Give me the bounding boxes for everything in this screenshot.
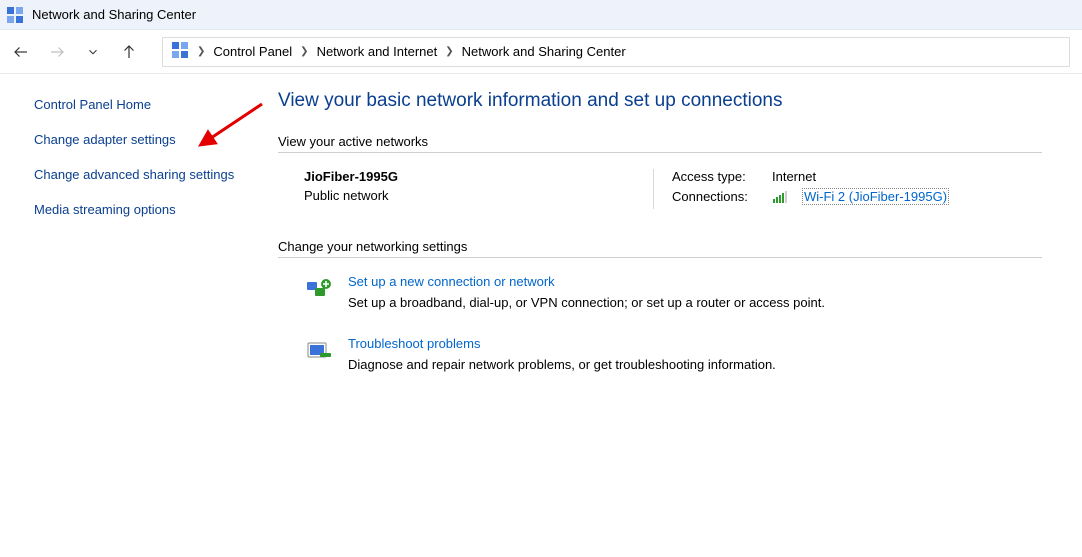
- sidebar-item-change-adapter-settings[interactable]: Change adapter settings: [34, 131, 240, 150]
- address-bar[interactable]: ❯ Control Panel ❯ Network and Internet ❯…: [162, 37, 1070, 67]
- nav-row: ❯ Control Panel ❯ Network and Internet ❯…: [0, 30, 1082, 74]
- setup-connection-link[interactable]: Set up a new connection or network: [348, 274, 555, 289]
- forward-button[interactable]: [48, 43, 66, 61]
- setup-connection-desc: Set up a broadband, dial-up, or VPN conn…: [348, 295, 825, 310]
- content: View your basic network information and …: [260, 74, 1082, 398]
- connections-label: Connections:: [672, 189, 762, 204]
- network-type: Public network: [304, 188, 643, 203]
- chevron-right-icon[interactable]: ❯: [443, 46, 455, 57]
- connection-link[interactable]: Wi-Fi 2 (JioFiber-1995G): [802, 188, 949, 205]
- chevron-right-icon[interactable]: ❯: [195, 46, 207, 57]
- troubleshoot-desc: Diagnose and repair network problems, or…: [348, 357, 776, 372]
- up-button[interactable]: [120, 43, 138, 61]
- address-icon: [171, 41, 189, 62]
- option-setup-connection: Set up a new connection or network Set u…: [304, 274, 1042, 310]
- chevron-right-icon[interactable]: ❯: [298, 46, 310, 57]
- page-title: View your basic network information and …: [278, 90, 1042, 112]
- network-identity: JioFiber-1995G Public network: [304, 169, 654, 209]
- active-network-row: JioFiber-1995G Public network Access typ…: [304, 169, 1042, 209]
- crumb-network-sharing-center[interactable]: Network and Sharing Center: [462, 44, 626, 59]
- network-name: JioFiber-1995G: [304, 169, 643, 184]
- network-details: Access type: Internet Connections:: [654, 169, 949, 209]
- access-type-label: Access type:: [672, 169, 762, 184]
- crumb-network-and-internet[interactable]: Network and Internet: [317, 44, 438, 59]
- recent-locations-button[interactable]: [84, 43, 102, 61]
- option-troubleshoot: Troubleshoot problems Diagnose and repai…: [304, 336, 1042, 372]
- sidebar-item-change-advanced-sharing[interactable]: Change advanced sharing settings: [34, 166, 240, 185]
- troubleshoot-link[interactable]: Troubleshoot problems: [348, 336, 480, 351]
- main-area: Control Panel Home Change adapter settin…: [0, 74, 1082, 398]
- setup-connection-icon: [304, 274, 334, 304]
- wifi-signal-icon: [772, 190, 788, 204]
- sidebar: Control Panel Home Change adapter settin…: [0, 74, 260, 398]
- app-icon: [6, 6, 24, 24]
- nav-controls: [12, 43, 138, 61]
- title-bar-text: Network and Sharing Center: [32, 7, 196, 22]
- active-networks-label: View your active networks: [278, 134, 1042, 149]
- access-type-value: Internet: [772, 169, 816, 184]
- back-button[interactable]: [12, 43, 30, 61]
- sidebar-item-control-panel-home[interactable]: Control Panel Home: [34, 96, 240, 115]
- title-bar: Network and Sharing Center: [0, 0, 1082, 30]
- change-settings-label: Change your networking settings: [278, 239, 1042, 254]
- sidebar-item-media-streaming[interactable]: Media streaming options: [34, 201, 240, 220]
- troubleshoot-icon: [304, 336, 334, 366]
- crumb-control-panel[interactable]: Control Panel: [213, 44, 292, 59]
